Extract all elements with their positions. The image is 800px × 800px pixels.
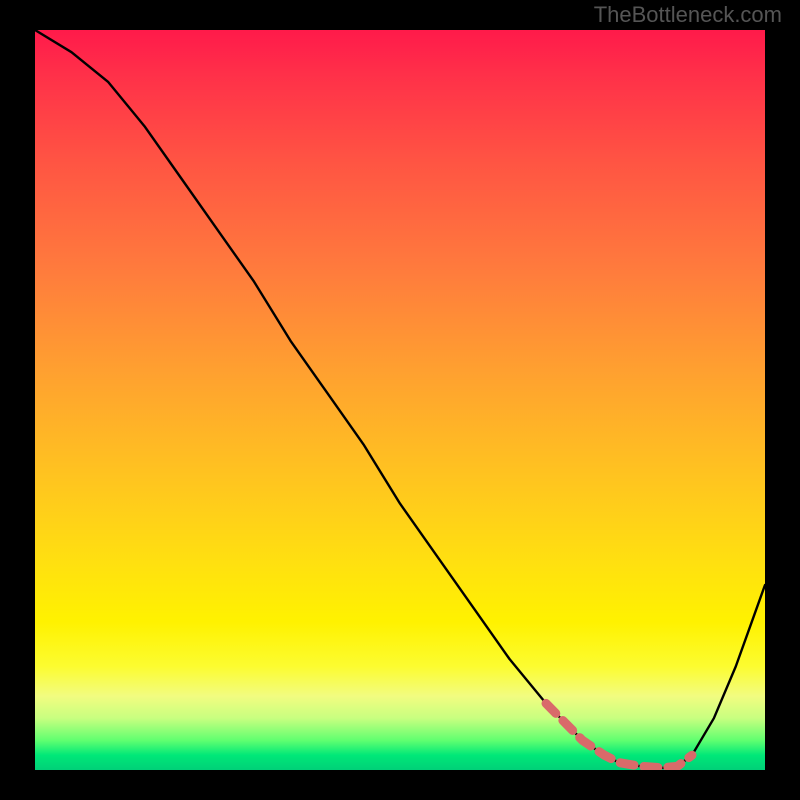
highlight-segment xyxy=(546,703,692,767)
bottleneck-curve-path xyxy=(35,30,765,768)
chart-container: TheBottleneck.com xyxy=(0,0,800,800)
plot-area xyxy=(35,30,765,770)
watermark-text: TheBottleneck.com xyxy=(594,2,782,28)
curve-svg xyxy=(35,30,765,770)
